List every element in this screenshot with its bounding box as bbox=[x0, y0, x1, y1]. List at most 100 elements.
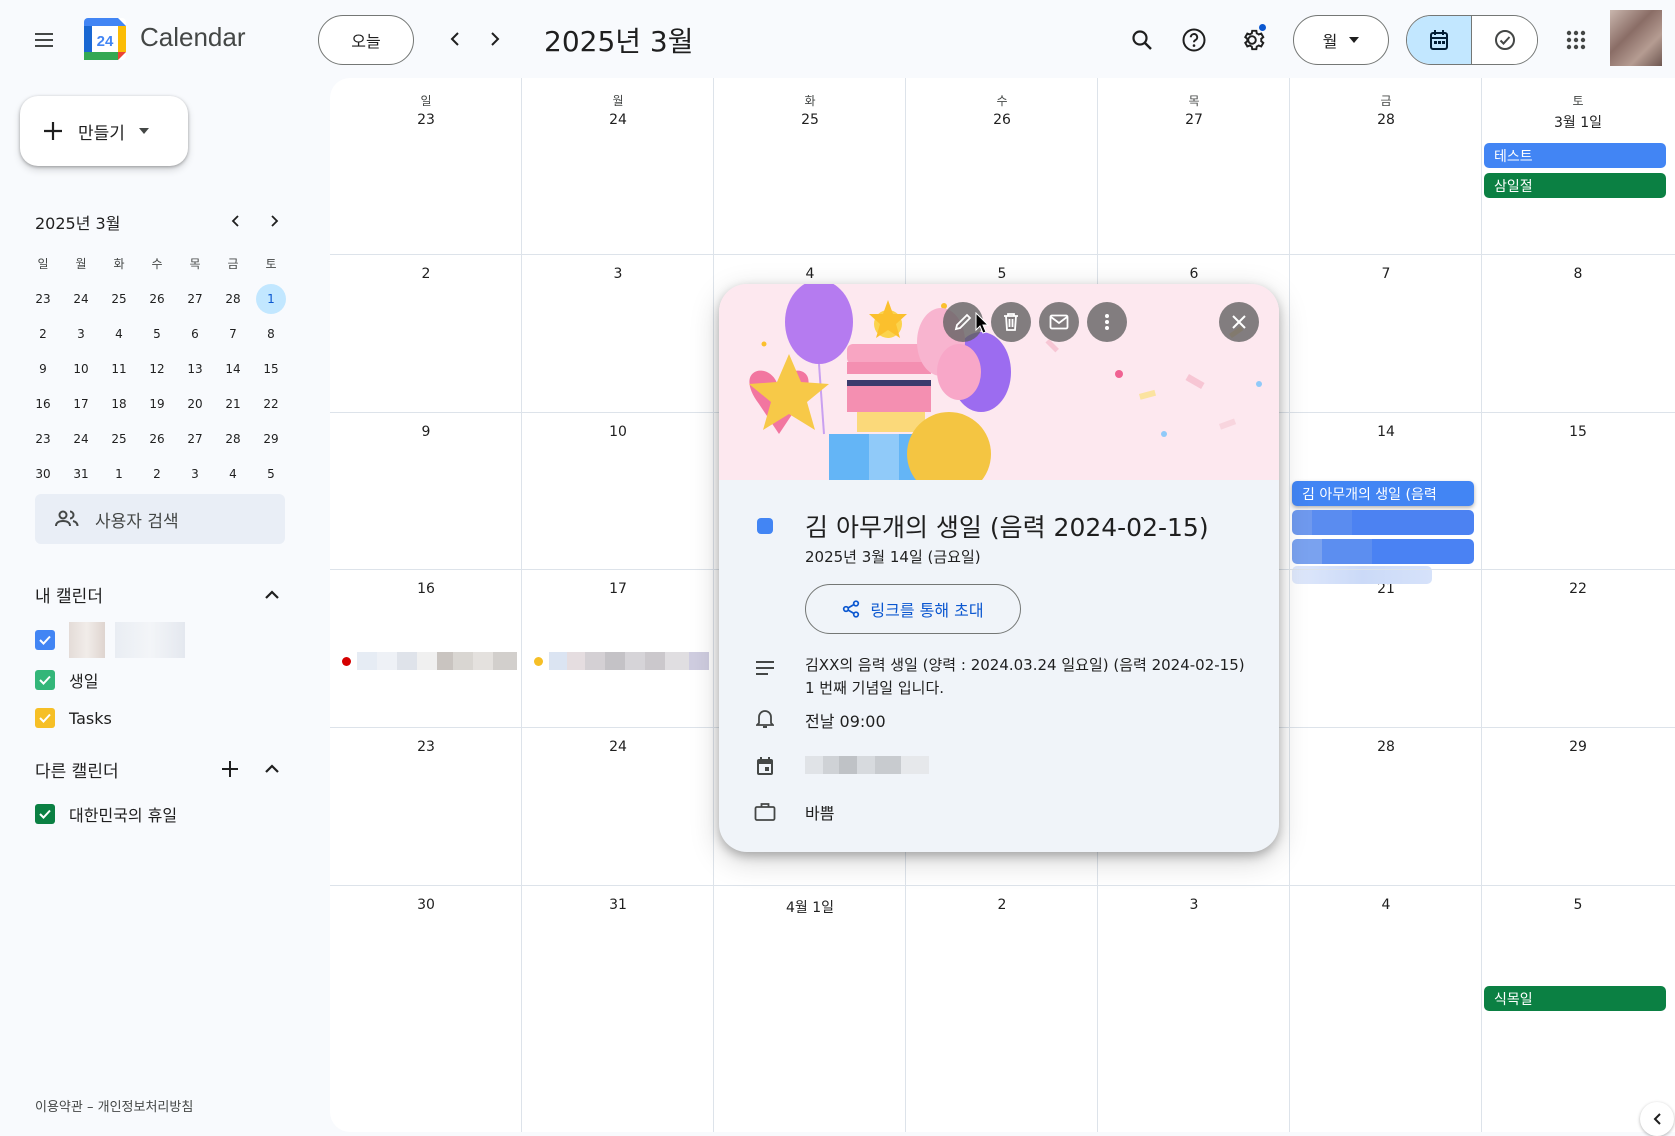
my-calendars-collapse[interactable] bbox=[259, 582, 285, 608]
event-chip-birthday[interactable]: 김 아무개의 생일 (음력 bbox=[1292, 481, 1474, 506]
day-number[interactable]: 24 bbox=[522, 112, 714, 128]
my-calendars-title[interactable]: 내 캘린더 bbox=[35, 582, 103, 607]
mini-day[interactable]: 20 bbox=[176, 386, 214, 421]
mini-day[interactable]: 29 bbox=[252, 421, 290, 456]
day-number[interactable]: 7 bbox=[1290, 266, 1482, 282]
settings-button[interactable] bbox=[1232, 20, 1272, 60]
day-number[interactable]: 22 bbox=[1482, 581, 1674, 597]
delete-event-button[interactable] bbox=[991, 302, 1031, 342]
mini-day[interactable]: 25 bbox=[100, 421, 138, 456]
mini-day[interactable]: 4 bbox=[100, 316, 138, 351]
mini-day[interactable]: 13 bbox=[176, 351, 214, 386]
mini-day[interactable]: 5 bbox=[138, 316, 176, 351]
day-number[interactable]: 28 bbox=[1290, 739, 1482, 755]
mini-day[interactable]: 8 bbox=[252, 316, 290, 351]
invite-via-link-button[interactable]: 링크를 통해 초대 bbox=[805, 584, 1021, 634]
event-chip-sikmogil[interactable]: 식목일 bbox=[1484, 986, 1666, 1011]
tasks-mode-button[interactable] bbox=[1472, 16, 1537, 64]
email-guests-button[interactable] bbox=[1039, 302, 1079, 342]
calendar-checkbox[interactable] bbox=[35, 804, 55, 824]
add-other-calendar-button[interactable] bbox=[217, 756, 243, 782]
day-number[interactable]: 4 bbox=[1290, 897, 1482, 913]
event-chip-samiljeol[interactable]: 삼일절 bbox=[1484, 173, 1666, 198]
mini-day[interactable]: 30 bbox=[24, 456, 62, 491]
mini-day[interactable]: 12 bbox=[138, 351, 176, 386]
mini-day[interactable]: 14 bbox=[214, 351, 252, 386]
day-number[interactable]: 2 bbox=[330, 266, 522, 282]
search-button[interactable] bbox=[1122, 20, 1162, 60]
mini-day[interactable]: 3 bbox=[62, 316, 100, 351]
event-chip-redacted[interactable] bbox=[1292, 539, 1474, 564]
other-calendars-title[interactable]: 다른 캘린더 bbox=[35, 757, 119, 782]
mini-day[interactable]: 9 bbox=[24, 351, 62, 386]
account-avatar[interactable] bbox=[1610, 10, 1662, 66]
mini-day[interactable]: 16 bbox=[24, 386, 62, 421]
mini-day[interactable]: 26 bbox=[138, 421, 176, 456]
day-number[interactable]: 10 bbox=[522, 424, 714, 440]
mini-prev-button[interactable] bbox=[223, 208, 249, 234]
day-number[interactable]: 2 bbox=[906, 897, 1098, 913]
day-number[interactable]: 17 bbox=[522, 581, 714, 597]
terms-privacy-links[interactable]: 이용약관 – 개인정보처리방침 bbox=[35, 1096, 193, 1115]
day-number[interactable]: 16 bbox=[330, 581, 522, 597]
mini-day[interactable]: 4 bbox=[214, 456, 252, 491]
create-button[interactable]: 만들기 bbox=[20, 96, 188, 166]
mini-day[interactable]: 1 bbox=[252, 281, 290, 316]
google-apps-button[interactable] bbox=[1556, 20, 1596, 60]
close-popup-button[interactable] bbox=[1219, 302, 1259, 342]
calendar-logo[interactable]: 24 bbox=[84, 18, 126, 60]
mini-day[interactable]: 23 bbox=[24, 421, 62, 456]
day-number[interactable]: 3 bbox=[522, 266, 714, 282]
mini-day[interactable]: 19 bbox=[138, 386, 176, 421]
event-dot-item-redacted[interactable] bbox=[342, 652, 517, 670]
mini-day[interactable]: 22 bbox=[252, 386, 290, 421]
day-number[interactable]: 4 bbox=[714, 266, 906, 282]
mini-day[interactable]: 25 bbox=[100, 281, 138, 316]
mini-day[interactable]: 23 bbox=[24, 281, 62, 316]
main-menu-button[interactable] bbox=[28, 24, 60, 56]
mini-day[interactable]: 28 bbox=[214, 421, 252, 456]
mini-day[interactable]: 27 bbox=[176, 421, 214, 456]
day-number[interactable]: 24 bbox=[522, 739, 714, 755]
prev-month-button[interactable] bbox=[438, 22, 472, 56]
day-number[interactable]: 25 bbox=[714, 112, 906, 128]
day-number[interactable]: 5 bbox=[906, 266, 1098, 282]
help-button[interactable] bbox=[1174, 20, 1214, 60]
day-number[interactable]: 30 bbox=[330, 897, 522, 913]
event-chip-test[interactable]: 테스트 bbox=[1484, 143, 1666, 168]
event-dot-item-redacted[interactable] bbox=[534, 652, 709, 670]
event-chip-redacted[interactable] bbox=[1292, 510, 1474, 535]
mini-day[interactable]: 5 bbox=[252, 456, 290, 491]
mini-day[interactable]: 28 bbox=[214, 281, 252, 316]
mini-day[interactable]: 2 bbox=[24, 316, 62, 351]
day-number[interactable]: 3월 1일 bbox=[1482, 112, 1674, 132]
calendar-mode-button[interactable] bbox=[1407, 16, 1472, 64]
mini-day[interactable]: 3 bbox=[176, 456, 214, 491]
mini-day[interactable]: 11 bbox=[100, 351, 138, 386]
mini-day[interactable]: 10 bbox=[62, 351, 100, 386]
day-number[interactable]: 6 bbox=[1098, 266, 1290, 282]
mini-day[interactable]: 7 bbox=[214, 316, 252, 351]
people-search[interactable]: 사용자 검색 bbox=[35, 494, 285, 544]
day-number[interactable]: 31 bbox=[522, 897, 714, 913]
day-number[interactable]: 5 bbox=[1482, 897, 1674, 913]
day-number[interactable]: 15 bbox=[1482, 424, 1674, 440]
day-number[interactable]: 27 bbox=[1098, 112, 1290, 128]
mini-day[interactable]: 26 bbox=[138, 281, 176, 316]
more-options-button[interactable] bbox=[1087, 302, 1127, 342]
day-number[interactable]: 3 bbox=[1098, 897, 1290, 913]
day-number[interactable]: 14 bbox=[1290, 424, 1482, 440]
day-number[interactable]: 23 bbox=[330, 112, 522, 128]
view-selector[interactable]: 월 bbox=[1293, 15, 1389, 65]
calendar-item-birthdays[interactable]: 생일 bbox=[35, 668, 98, 692]
other-calendars-collapse[interactable] bbox=[259, 756, 285, 782]
day-number[interactable]: 23 bbox=[330, 739, 522, 755]
day-number[interactable]: 26 bbox=[906, 112, 1098, 128]
mini-day[interactable]: 6 bbox=[176, 316, 214, 351]
day-number[interactable]: 29 bbox=[1482, 739, 1674, 755]
mini-next-button[interactable] bbox=[261, 208, 287, 234]
mini-day-selected[interactable]: 1 bbox=[256, 283, 286, 314]
day-number[interactable]: 4월 1일 bbox=[714, 897, 906, 917]
calendar-item-holidays[interactable]: 대한민국의 휴일 bbox=[35, 802, 177, 826]
mini-day[interactable]: 15 bbox=[252, 351, 290, 386]
